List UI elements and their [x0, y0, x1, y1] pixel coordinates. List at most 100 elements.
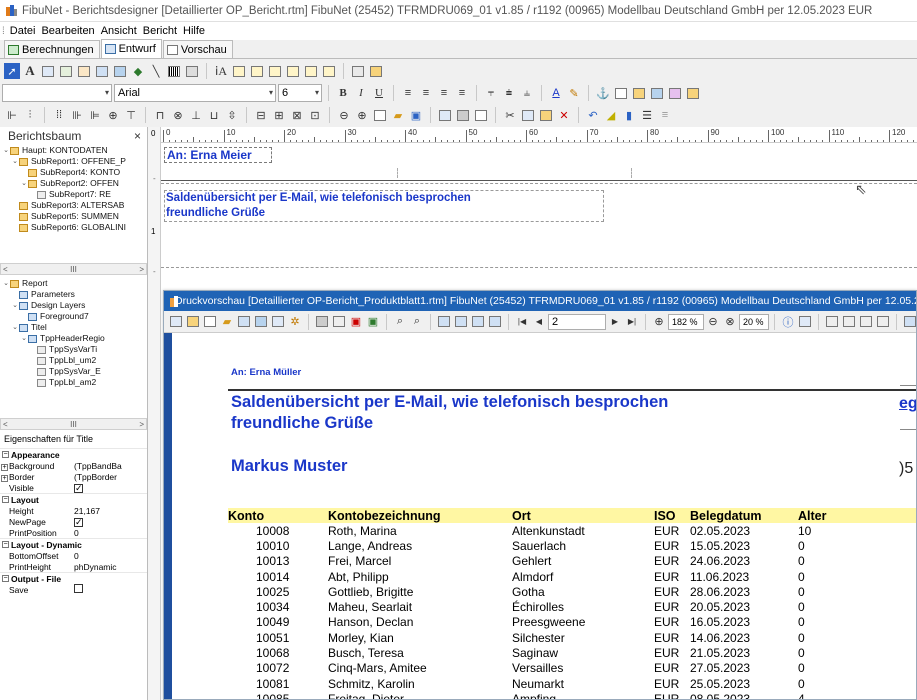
scroll-right-icon[interactable]: > — [139, 265, 144, 274]
line-color-icon[interactable]: ▮ — [621, 107, 637, 123]
property-checkbox[interactable]: ✓ — [74, 517, 83, 527]
preview-excel-icon[interactable]: ▣ — [365, 314, 381, 330]
group-icon[interactable] — [667, 85, 683, 101]
last-page-icon[interactable]: ▶| — [624, 314, 640, 330]
line-thickness-icon[interactable]: ≡ — [657, 107, 673, 123]
preview-find-icon[interactable]: ⌕ — [392, 314, 408, 330]
send-back-icon[interactable] — [649, 85, 665, 101]
property-row[interactable]: + Background (TppBandBa — [0, 460, 147, 471]
property-category[interactable]: − Output - File — [0, 572, 147, 584]
zoom-in-icon[interactable]: ⊕ — [651, 314, 667, 330]
component-tree-node[interactable]: TppLbl_um2 — [0, 355, 147, 366]
report-tree-node[interactable]: ⌄ Haupt: KONTODATEN — [0, 145, 147, 156]
expand-toggle-icon[interactable]: ⌄ — [11, 156, 19, 167]
dbcalc-tool-icon[interactable] — [285, 63, 301, 79]
align-bottoms-icon[interactable]: ⊥ — [188, 107, 204, 123]
report-tree-node[interactable]: SubReport5: SUMMEN — [0, 211, 147, 222]
page-number-input[interactable]: 2 — [548, 313, 606, 330]
align-top-icon[interactable]: ⫧ — [483, 85, 499, 101]
new-icon[interactable] — [372, 107, 388, 123]
info-icon[interactable]: ⓘ — [780, 314, 796, 330]
barcode-tool-icon[interactable] — [166, 63, 182, 79]
tab-vorschau[interactable]: Vorschau — [162, 40, 233, 58]
structure-icon[interactable] — [841, 314, 857, 330]
print-preview-icon[interactable] — [473, 107, 489, 123]
component-tree-node[interactable]: TppSysVarTi — [0, 344, 147, 355]
same-width-icon[interactable]: ⊓ — [152, 107, 168, 123]
copy-icon[interactable] — [520, 107, 536, 123]
menu-hilfe[interactable]: Hilfe — [180, 25, 208, 37]
font-size-combo[interactable]: 6 ▾ — [278, 84, 322, 102]
align-lefts-icon[interactable]: ⊩ — [4, 107, 20, 123]
expand-toggle-icon[interactable]: ⌄ — [2, 278, 10, 289]
property-value[interactable]: ✓ — [70, 483, 147, 493]
zoom-step-icon[interactable]: ⊗ — [722, 314, 738, 330]
component-tree-node[interactable]: Parameters — [0, 289, 147, 300]
property-checkbox[interactable] — [74, 584, 83, 593]
report-tree-node[interactable]: ⌄ SubReport1: OFFENE_P — [0, 156, 147, 167]
same-height-icon[interactable]: ⊔ — [206, 107, 222, 123]
component-tree-scrollbar[interactable]: < III > — [0, 418, 147, 430]
select-pointer-icon[interactable]: ➚ — [4, 63, 20, 79]
anchor-icon[interactable]: ⚓ — [595, 85, 611, 101]
recipient-label-box[interactable]: An: Erna Meier — [164, 147, 272, 163]
fill-color-icon[interactable]: ◢ — [603, 107, 619, 123]
report-tree-scrollbar[interactable]: < III > — [0, 263, 147, 275]
highlight-color-icon[interactable]: ✎ — [566, 85, 582, 101]
outline-toggle-icon[interactable] — [824, 314, 840, 330]
zoom-out-icon[interactable]: ⊖ — [705, 314, 721, 330]
collapse-icon[interactable]: − — [2, 451, 9, 458]
property-value[interactable]: (TppBandBa — [70, 461, 147, 471]
property-row[interactable]: Height 21,167 — [0, 505, 147, 516]
dbimage-tool-icon[interactable] — [303, 63, 319, 79]
align-centers-icon[interactable]: ⫶ — [22, 107, 38, 123]
save-icon[interactable]: ▣ — [408, 107, 424, 123]
collapse-icon[interactable]: − — [2, 496, 9, 503]
menu-ansicht[interactable]: Ansicht — [98, 25, 140, 37]
property-category[interactable]: − Appearance — [0, 448, 147, 460]
bold-icon[interactable]: B — [335, 85, 351, 101]
first-page-icon[interactable]: |◀ — [514, 314, 530, 330]
zoom-value-combo[interactable]: 182 % — [668, 313, 704, 330]
ungroup-icon[interactable] — [685, 85, 701, 101]
preview-100-icon[interactable] — [470, 314, 486, 330]
component-tree-node[interactable]: ⌄ TppHeaderRegio — [0, 333, 147, 344]
property-value[interactable]: 0 — [70, 528, 147, 538]
grid-icon[interactable] — [902, 314, 916, 330]
next-page-icon[interactable]: ▶ — [607, 314, 623, 330]
align-right-icon[interactable]: ≡ — [436, 85, 452, 101]
chart-tool-icon[interactable] — [184, 63, 200, 79]
preview-print-icon[interactable] — [314, 314, 330, 330]
open-folder-icon[interactable]: ▰ — [390, 107, 406, 123]
shape-tool-icon[interactable]: ◆ — [130, 63, 146, 79]
preview-open-icon[interactable]: ▰ — [219, 314, 235, 330]
menu-bearbeiten[interactable]: Bearbeiten — [38, 25, 97, 37]
grow-width-icon[interactable]: ⊞ — [271, 107, 287, 123]
shrink-width-icon[interactable]: ⊟ — [253, 107, 269, 123]
expand-toggle-icon[interactable]: ⌄ — [20, 178, 28, 189]
undo-icon[interactable]: ↶ — [585, 107, 601, 123]
subreport-tool-icon[interactable] — [368, 63, 384, 79]
underline-icon[interactable]: U — [371, 85, 387, 101]
property-value[interactable]: phDynamic — [70, 562, 147, 572]
tree-icon[interactable] — [858, 314, 874, 330]
property-value[interactable]: 0 — [70, 551, 147, 561]
line-style-icon[interactable]: ☰ — [639, 107, 655, 123]
component-tree-node[interactable]: Foreground7 — [0, 311, 147, 322]
property-row[interactable]: Save — [0, 584, 147, 595]
property-row[interactable]: Visible ✓ — [0, 482, 147, 493]
justify-icon[interactable]: ≡ — [454, 85, 470, 101]
font-color-icon[interactable]: A — [548, 85, 564, 101]
property-value[interactable] — [70, 584, 147, 595]
property-row[interactable]: NewPage ✓ — [0, 516, 147, 527]
print-icon[interactable] — [455, 107, 471, 123]
zoom-out-icon[interactable]: ⊖ — [336, 107, 352, 123]
space-vertical-icon[interactable]: ⊪ — [69, 107, 85, 123]
prev-page-icon[interactable]: ◀ — [531, 314, 547, 330]
preview-page-width-icon[interactable] — [453, 314, 469, 330]
property-row[interactable]: PrintHeight phDynamic — [0, 561, 147, 572]
richtext-tool-icon[interactable] — [58, 63, 74, 79]
preview-pdf-icon[interactable]: ▣ — [348, 314, 364, 330]
preview-thumbs-icon[interactable] — [185, 314, 201, 330]
component-tree-node[interactable]: ⌄ Titel — [0, 322, 147, 333]
